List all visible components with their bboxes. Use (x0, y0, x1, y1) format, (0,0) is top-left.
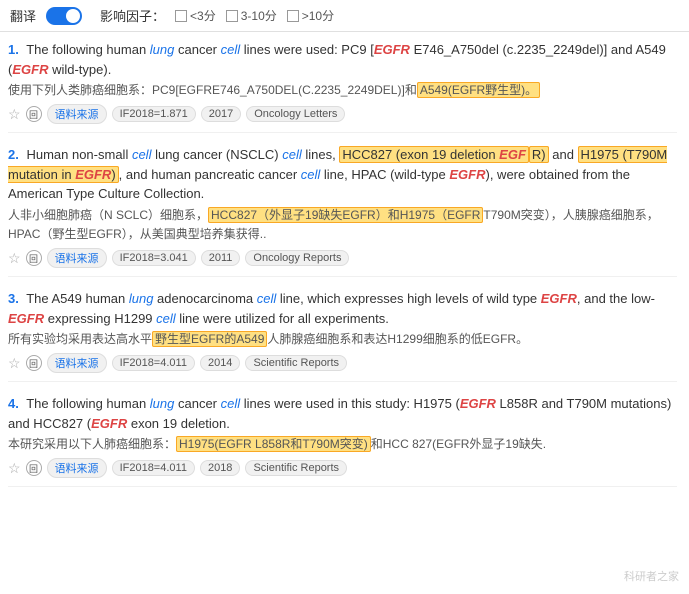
filter-lt3-label: <3分 (190, 7, 216, 24)
filter-label: 影响因子： (100, 6, 165, 25)
result-2-circle[interactable]: 回 (26, 250, 42, 266)
result-4-if-tag[interactable]: IF2018=4.011 (112, 460, 195, 476)
result-2-egfr2: EGFR (75, 167, 111, 182)
translate-toggle[interactable] (46, 7, 82, 25)
result-2-journal-tag[interactable]: Oncology Reports (245, 250, 349, 266)
result-2-cell2: cell (282, 147, 302, 162)
result-4-chinese-after: 和HCC 827(EGFR外显子19缺失. (371, 437, 546, 451)
result-3-lung: lung (129, 291, 154, 306)
result-2-cell3: cell (301, 167, 321, 182)
result-3-source-tag[interactable]: 语料来源 (47, 353, 107, 373)
result-1-star[interactable]: ☆ (8, 106, 21, 123)
result-1-lung: lung (150, 42, 175, 57)
result-1-chinese: 使用下列人类肺癌细胞系：PC9[EGFRE746_A750DEL(C.2235_… (8, 81, 677, 100)
result-3-cell2: cell (156, 311, 176, 326)
result-4-lung: lung (150, 396, 175, 411)
result-4-egfr1: EGFR (460, 396, 496, 411)
filter-lt3[interactable]: <3分 (175, 7, 216, 24)
result-3-chinese-before: 所有实验均采用表达高水平 (8, 332, 152, 346)
result-4-circle[interactable]: 回 (26, 460, 42, 476)
result-2-highlight1b: R) (529, 146, 549, 163)
result-4: 4. The following human lung cancer cell … (8, 394, 677, 487)
result-4-cell: cell (221, 396, 241, 411)
result-4-year-tag[interactable]: 2018 (200, 460, 240, 476)
filter-gt10-label: >10分 (302, 7, 334, 24)
result-2-year-tag[interactable]: 2011 (201, 250, 241, 266)
result-2-egfr3: EGFR (449, 167, 485, 182)
result-1-circle[interactable]: 回 (26, 106, 42, 122)
result-1-meta: ☆ 回 语料来源 IF2018=1.871 2017 Oncology Lett… (8, 104, 677, 124)
result-3-circle[interactable]: 回 (26, 355, 42, 371)
result-3-text: 3. The A549 human lung adenocarcinoma ce… (8, 289, 677, 328)
result-3-chinese-highlight: 野生型EGFR的A549 (152, 331, 267, 347)
result-3-num: 3. (8, 291, 19, 306)
results-container: 1. The following human lung cancer cell … (0, 32, 689, 507)
result-1-if-tag[interactable]: IF2018=1.871 (112, 106, 196, 122)
checkbox-lt3[interactable] (175, 10, 187, 22)
top-bar: 翻译 影响因子： <3分 3-10分 >10分 (0, 0, 689, 32)
result-3-meta: ☆ 回 语料来源 IF2018=4.011 2014 Scientific Re… (8, 353, 677, 373)
result-4-source-tag[interactable]: 语料来源 (47, 458, 107, 478)
result-4-star[interactable]: ☆ (8, 460, 21, 477)
result-3-egfr1: EGFR (541, 291, 577, 306)
result-4-meta: ☆ 回 语料来源 IF2018=4.011 2018 Scientific Re… (8, 458, 677, 478)
result-2-num: 2. (8, 147, 19, 162)
result-2-meta: ☆ 回 语料来源 IF2018=3.041 2011 Oncology Repo… (8, 248, 677, 268)
filter-3to10[interactable]: 3-10分 (226, 7, 277, 24)
result-1-text: 1. The following human lung cancer cell … (8, 40, 677, 79)
result-2-if-tag[interactable]: IF2018=3.041 (112, 250, 196, 266)
result-2-cell1: cell (132, 147, 152, 162)
result-4-chinese-highlight: H1975(EGFR L858R和T790M突变) (176, 436, 371, 452)
result-2-highlight1: HCC827 (exon 19 deletion EGF (339, 146, 529, 163)
result-3-star[interactable]: ☆ (8, 355, 21, 372)
translate-label: 翻译 (10, 6, 36, 25)
result-1-cell: cell (221, 42, 241, 57)
result-2-egfr1: EGF (499, 147, 526, 162)
result-1-egfr1: EGFR (374, 42, 410, 57)
result-1-egfr2: EGFR (12, 62, 48, 77)
result-2-source-tag[interactable]: 语料来源 (47, 248, 107, 268)
result-3-egfr2: EGFR (8, 311, 44, 326)
result-3-if-tag[interactable]: IF2018=4.011 (112, 355, 195, 371)
filter-3to10-label: 3-10分 (241, 7, 277, 24)
result-1-chinese-before: 使用下列人类肺癌细胞系：PC9[EGFRE746_A750DEL(C.2235_… (8, 83, 417, 97)
result-4-journal-tag[interactable]: Scientific Reports (245, 460, 347, 476)
checkbox-3to10[interactable] (226, 10, 238, 22)
filter-gt10[interactable]: >10分 (287, 7, 334, 24)
result-2-highlight2: H1975 (T790M mutation in EGFR) (8, 146, 667, 183)
result-1-num: 1. (8, 42, 19, 57)
result-1-journal-tag[interactable]: Oncology Letters (246, 106, 345, 122)
watermark: 科研者之家 (624, 568, 679, 584)
result-1-year-tag[interactable]: 2017 (201, 106, 241, 122)
result-2-text: 2. Human non-small cell lung cancer (NSC… (8, 145, 677, 204)
result-4-egfr2: EGFR (91, 416, 127, 431)
result-4-chinese: 本研究采用以下人肺癌细胞系：H1975(EGFR L858R和T790M突变)和… (8, 435, 677, 454)
result-4-text: 4. The following human lung cancer cell … (8, 394, 677, 433)
result-2-chinese-before: 人非小细胞肺癌（N SCLC）细胞系， (8, 208, 208, 222)
result-2-star[interactable]: ☆ (8, 250, 21, 267)
result-2: 2. Human non-small cell lung cancer (NSC… (8, 145, 677, 277)
result-3-chinese-after: 人肺腺癌细胞系和表达H1299细胞系的低EGFR。 (267, 332, 528, 346)
result-3-cell: cell (257, 291, 277, 306)
result-3: 3. The A549 human lung adenocarcinoma ce… (8, 289, 677, 382)
result-3-journal-tag[interactable]: Scientific Reports (245, 355, 347, 371)
result-4-num: 4. (8, 396, 19, 411)
result-1-source-tag[interactable]: 语料来源 (47, 104, 107, 124)
result-4-chinese-before: 本研究采用以下人肺癌细胞系： (8, 437, 176, 451)
result-1: 1. The following human lung cancer cell … (8, 40, 677, 133)
checkbox-gt10[interactable] (287, 10, 299, 22)
result-2-chinese-highlight: HCC827（外显子19缺失EGFR）和H1975（EGFR (208, 207, 483, 223)
result-3-chinese: 所有实验均采用表达高水平野生型EGFR的A549人肺腺癌细胞系和表达H1299细… (8, 330, 677, 349)
result-1-chinese-highlight: A549(EGFR野生型)。 (417, 82, 540, 98)
result-3-year-tag[interactable]: 2014 (200, 355, 240, 371)
result-2-chinese: 人非小细胞肺癌（N SCLC）细胞系，HCC827（外显子19缺失EGFR）和H… (8, 206, 677, 244)
